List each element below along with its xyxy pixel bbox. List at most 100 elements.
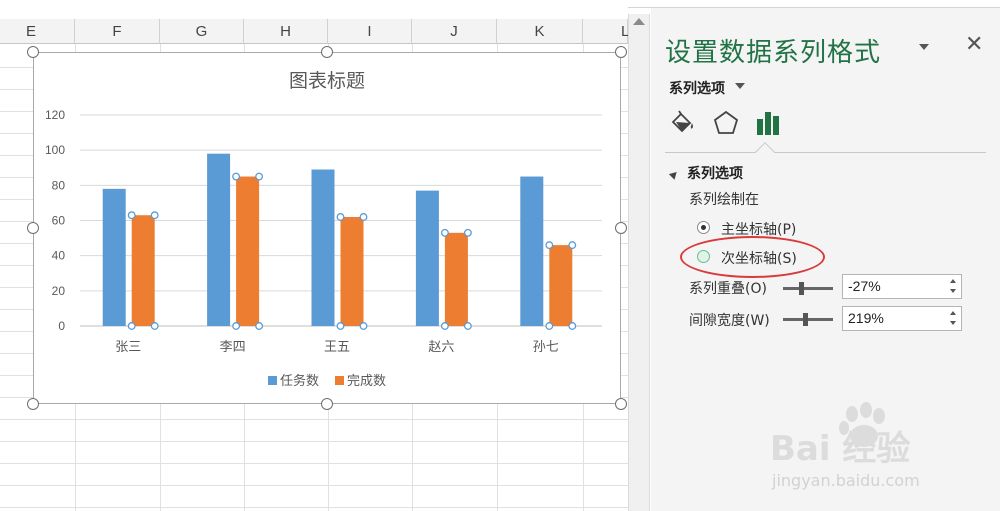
watermark-url: jingyan.baidu.com: [771, 471, 920, 490]
y-tick-label: 0: [58, 319, 65, 333]
selection-handle[interactable]: [545, 241, 554, 250]
grid-row-line: [0, 441, 628, 442]
bar-done[interactable]: [131, 215, 155, 326]
grid-row-line: [0, 507, 628, 508]
chart-title[interactable]: 图表标题: [289, 70, 365, 92]
x-tick-label: 李四: [220, 340, 246, 355]
grid-row-line: [0, 463, 628, 464]
pane-title: 设置数据系列格式: [665, 38, 882, 68]
selection-handle[interactable]: [336, 322, 345, 330]
selection-handle[interactable]: [463, 228, 472, 237]
resize-handle[interactable]: [615, 398, 627, 410]
series-bars-icon[interactable]: [754, 108, 784, 138]
overlap-value[interactable]: -27%: [848, 278, 881, 294]
bar-done[interactable]: [236, 176, 260, 326]
spin-down-icon[interactable]: [950, 289, 956, 293]
close-icon[interactable]: ✕: [965, 32, 983, 57]
selection-handle[interactable]: [359, 322, 368, 330]
resize-handle[interactable]: [321, 46, 333, 58]
resize-handle[interactable]: [615, 46, 627, 58]
selection-handle[interactable]: [336, 213, 345, 221]
bar-task[interactable]: [311, 169, 335, 326]
resize-handle[interactable]: [27, 398, 39, 410]
resize-handle[interactable]: [615, 222, 627, 234]
selection-handle[interactable]: [463, 322, 472, 330]
series-options-section-header[interactable]: 系列选项: [668, 163, 743, 183]
gap-width-value[interactable]: 219%: [848, 310, 884, 326]
selection-handle[interactable]: [150, 322, 159, 330]
fill-line-icon[interactable]: [667, 108, 697, 138]
y-tick-label: 20: [52, 284, 66, 298]
grid-row-line: [0, 419, 628, 420]
legend-entry[interactable]: 完成数: [347, 374, 386, 389]
spin-up-icon[interactable]: [950, 311, 956, 315]
collapse-triangle-icon: [668, 169, 680, 180]
column-header-j[interactable]: J: [412, 19, 497, 44]
resize-handle[interactable]: [321, 398, 333, 410]
series-options-menu[interactable]: 系列选项: [669, 78, 725, 98]
column-header-e[interactable]: E: [0, 19, 75, 44]
legend-swatch: [268, 376, 277, 385]
vertical-scrollbar[interactable]: [628, 14, 650, 511]
legend-entry[interactable]: 任务数: [280, 373, 319, 389]
y-tick-label: 100: [45, 143, 65, 157]
overlap-spinbox[interactable]: -27%: [842, 274, 962, 299]
selection-handle[interactable]: [568, 322, 577, 330]
bar-task[interactable]: [415, 190, 439, 326]
gap-width-spinbox[interactable]: 219%: [842, 306, 962, 331]
selection-handle[interactable]: [232, 172, 241, 181]
bar-done[interactable]: [549, 245, 573, 326]
x-tick-label: 孙七: [533, 340, 559, 355]
y-tick-label: 60: [52, 214, 66, 228]
selection-handle[interactable]: [359, 213, 368, 221]
gap-width-slider-thumb[interactable]: [803, 313, 808, 326]
overlap-slider-thumb[interactable]: [799, 282, 805, 295]
resize-handle[interactable]: [27, 46, 39, 58]
watermark-brand: Bai 经验: [770, 429, 910, 469]
section-title: 系列选项: [687, 166, 743, 182]
bar-done[interactable]: [340, 216, 364, 326]
bar-task[interactable]: [207, 153, 231, 326]
pane-options-chevron-icon[interactable]: [917, 40, 931, 54]
chevron-down-icon[interactable]: [735, 83, 745, 89]
selection-handle[interactable]: [440, 322, 449, 330]
series-overlap-label: 系列重叠(O): [689, 281, 767, 297]
selection-handle[interactable]: [127, 211, 136, 220]
column-header-i[interactable]: I: [328, 19, 412, 44]
plot-series-on-label: 系列绘制在: [689, 192, 759, 208]
bar-done[interactable]: [444, 232, 468, 326]
bar-task[interactable]: [102, 188, 126, 326]
column-header-l[interactable]: L: [583, 19, 628, 44]
scroll-up-icon[interactable]: [633, 18, 645, 25]
bar-task[interactable]: [520, 176, 544, 326]
column-header-k[interactable]: K: [497, 19, 583, 44]
spreadsheet-area: EFGHIJKL 图表标题 0 20 40 60 80 100 120 张三 李四 王五 赵六 孙七 任务…: [0, 0, 628, 511]
selection-handle[interactable]: [127, 322, 136, 330]
column-header-h[interactable]: H: [244, 19, 328, 44]
y-tick-label: 120: [45, 108, 65, 122]
column-header-f[interactable]: F: [75, 19, 160, 44]
resize-handle[interactable]: [27, 222, 39, 234]
selection-handle[interactable]: [440, 228, 449, 237]
radio-checked-icon[interactable]: [697, 221, 710, 234]
gap-width-label: 间隙宽度(W): [689, 313, 770, 329]
legend-swatch: [335, 376, 344, 385]
x-tick-label: 赵六: [428, 340, 454, 355]
y-tick-label: 40: [52, 249, 66, 263]
selection-handle[interactable]: [568, 241, 577, 250]
selection-handle[interactable]: [150, 211, 159, 220]
selection-handle[interactable]: [255, 322, 264, 330]
overlap-slider[interactable]: [783, 287, 833, 290]
selected-tab-notch: [755, 142, 775, 162]
chart-area[interactable]: 图表标题 0 20 40 60 80 100 120 张三 李四 王五 赵六 孙七 任务数 完成数: [27, 46, 627, 410]
selection-handle[interactable]: [255, 172, 264, 181]
x-tick-label: 王五: [324, 340, 350, 355]
spin-down-icon[interactable]: [950, 321, 956, 325]
gap-width-slider[interactable]: [783, 318, 833, 321]
selection-handle[interactable]: [545, 322, 554, 330]
selection-handle[interactable]: [232, 322, 241, 330]
effects-pentagon-icon[interactable]: [711, 108, 741, 138]
y-tick-label: 80: [52, 178, 66, 192]
spin-up-icon[interactable]: [950, 279, 956, 283]
column-header-g[interactable]: G: [160, 19, 244, 44]
